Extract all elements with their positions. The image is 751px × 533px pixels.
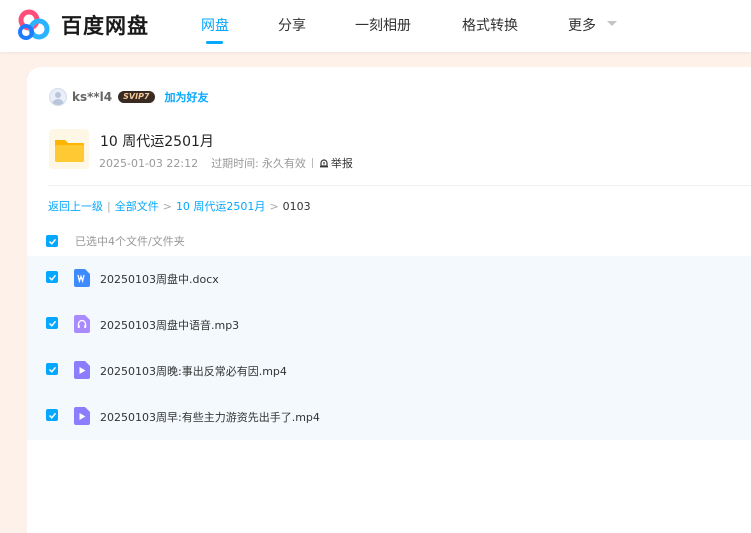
audio-icon: [74, 315, 90, 333]
share-title: 10 周代运2501月: [100, 134, 214, 150]
nav-active-indicator: [206, 41, 223, 44]
file-row[interactable]: 20250103周晚:事出反常必有因.mp4: [27, 348, 751, 394]
nav-tab-more[interactable]: 更多: [568, 15, 596, 35]
breadcrumb-all-files[interactable]: 全部文件: [115, 198, 159, 214]
sharer-info: ks**l4 SVIP7 加为好友: [49, 88, 209, 106]
check-icon: [48, 238, 56, 245]
nav-tab-share[interactable]: 分享: [278, 15, 306, 35]
svip-badge: SVIP7: [118, 91, 155, 103]
breadcrumb-separator: >: [269, 199, 279, 213]
video-icon: [74, 361, 90, 379]
alarm-icon: [319, 159, 328, 168]
file-name[interactable]: 20250103周早:有些主力游资先出手了.mp4: [100, 409, 320, 425]
sharer-username: ks**l4: [72, 90, 113, 104]
file-name[interactable]: 20250103周盘中语音.mp3: [100, 317, 239, 333]
top-nav-bar: 百度网盘 网盘 分享 一刻相册 格式转换 更多: [0, 0, 751, 52]
nav-tab-format-convert[interactable]: 格式转换: [462, 15, 518, 35]
selection-count-text: 已选中4个文件/文件夹: [75, 235, 185, 248]
breadcrumb: 返回上一级 | 全部文件 > 10 周代运2501月 > 0103: [48, 198, 311, 214]
expire-label: 过期时间:: [211, 157, 259, 170]
chevron-down-icon[interactable]: [607, 21, 617, 26]
check-icon: [48, 412, 56, 419]
video-icon: [74, 407, 90, 425]
select-all-checkbox[interactable]: [46, 235, 58, 247]
folder-icon: [49, 129, 89, 169]
breadcrumb-folder[interactable]: 10 周代运2501月: [176, 198, 266, 214]
back-link[interactable]: 返回上一级: [48, 198, 103, 214]
file-row[interactable]: 20250103周盘中语音.mp3: [27, 302, 751, 348]
section-divider: [48, 185, 751, 186]
check-icon: [48, 274, 56, 281]
report-label: 举报: [330, 157, 353, 170]
file-checkbox[interactable]: [46, 363, 58, 375]
check-icon: [48, 320, 56, 327]
share-date: 2025-01-03 22:12: [99, 156, 199, 170]
logo-text: 百度网盘: [61, 14, 149, 38]
file-list: 20250103周盘中.docx 20250103周盘中语音.mp3 20250…: [27, 256, 751, 440]
breadcrumb-current: 0103: [282, 199, 311, 213]
file-name[interactable]: 20250103周盘中.docx: [100, 271, 219, 287]
share-card: ks**l4 SVIP7 加为好友 10 周代运2501月 2025-01-03…: [27, 67, 751, 533]
nav-tab-yike-album[interactable]: 一刻相册: [355, 15, 411, 35]
file-checkbox[interactable]: [46, 317, 58, 329]
file-row[interactable]: 20250103周早:有些主力游资先出手了.mp4: [27, 394, 751, 440]
breadcrumb-separator: |: [107, 199, 111, 213]
nav-tab-netdisk[interactable]: 网盘: [201, 15, 229, 35]
meta-divider: [311, 158, 313, 168]
select-all-row: 已选中4个文件/文件夹: [46, 233, 185, 249]
logo-icon: [18, 9, 50, 40]
file-name[interactable]: 20250103周晚:事出反常必有因.mp4: [100, 363, 287, 379]
check-icon: [48, 366, 56, 373]
add-friend-link[interactable]: 加为好友: [165, 89, 209, 105]
share-meta: 2025-01-03 22:12 过期时间: 永久有效 举报: [99, 155, 353, 171]
avatar[interactable]: [49, 88, 67, 106]
baidu-netdisk-logo[interactable]: 百度网盘: [17, 9, 149, 41]
breadcrumb-separator: >: [162, 199, 172, 213]
report-button[interactable]: 举报: [319, 155, 353, 171]
file-checkbox[interactable]: [46, 409, 58, 421]
file-checkbox[interactable]: [46, 271, 58, 283]
expire-value: 永久有效: [261, 157, 306, 170]
doc-icon: [74, 269, 90, 287]
file-row[interactable]: 20250103周盘中.docx: [27, 256, 751, 302]
